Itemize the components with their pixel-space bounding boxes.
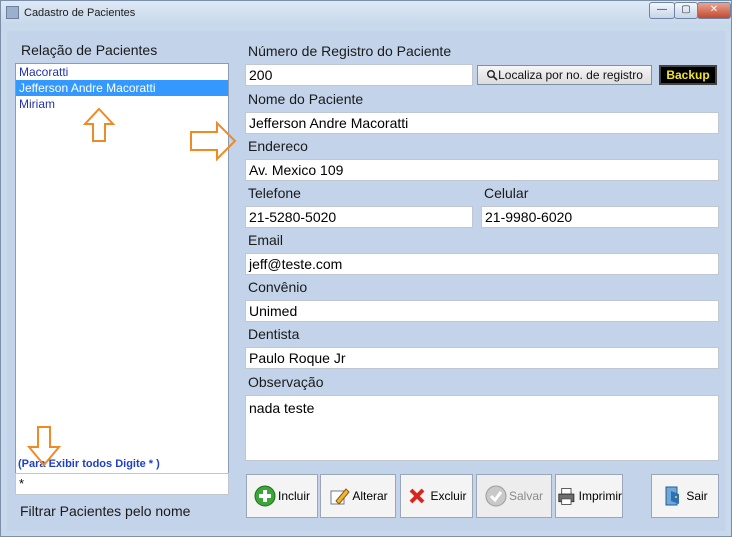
nome-input[interactable]: Jefferson Andre Macoratti [245, 112, 719, 134]
plus-circle-icon [254, 485, 276, 507]
edit-pencil-icon [330, 488, 351, 505]
observacao-label: Observação [248, 374, 324, 390]
list-item-selected[interactable]: Jefferson Andre Macoratti [16, 80, 228, 96]
close-button[interactable]: ✕ [697, 2, 731, 19]
sair-button[interactable]: Sair [651, 474, 719, 518]
salvar-button[interactable]: Salvar [476, 474, 552, 518]
right-arrow-annotation [190, 121, 237, 161]
registro-input[interactable]: 200 [245, 64, 473, 86]
sair-label: Sair [686, 489, 708, 503]
minimize-button[interactable]: — [649, 2, 675, 19]
salvar-label: Salvar [508, 489, 543, 503]
alterar-button[interactable]: Alterar [320, 474, 396, 518]
title-bar[interactable]: Cadastro de Pacientes — ▢ ✕ [1, 1, 731, 25]
observacao-textarea[interactable]: nada teste [245, 395, 719, 461]
telefone-label: Telefone [248, 185, 301, 201]
dentista-input[interactable]: Paulo Roque Jr [245, 347, 719, 369]
incluir-label: Incluir [277, 489, 310, 503]
up-arrow-annotation [83, 107, 115, 142]
app-icon [6, 6, 19, 19]
search-icon [487, 70, 498, 81]
endereco-label: Endereco [248, 138, 308, 154]
email-input[interactable]: jeff@teste.com [245, 253, 719, 275]
excluir-button[interactable]: Excluir [400, 474, 473, 518]
filter-label: Filtrar Pacientes pelo nome [20, 503, 191, 519]
endereco-input[interactable]: Av. Mexico 109 [245, 159, 719, 181]
excluir-label: Excluir [430, 489, 467, 503]
backup-button-label: Backup [666, 68, 710, 82]
maximize-button[interactable]: ▢ [674, 2, 698, 19]
alterar-label: Alterar [352, 489, 388, 503]
exit-door-icon [665, 486, 680, 506]
form-client-area: Relação de Pacientes Macoratti Jefferson… [7, 31, 725, 531]
registro-label: Número de Registro do Paciente [248, 43, 452, 59]
check-icon [485, 485, 507, 507]
main-window: Cadastro de Pacientes — ▢ ✕ Relação de P… [0, 0, 732, 537]
list-item[interactable]: Macoratti [16, 64, 228, 80]
patient-list-label: Relação de Pacientes [21, 42, 158, 58]
email-label: Email [248, 232, 284, 248]
convenio-input[interactable]: Unimed [245, 300, 719, 322]
localiza-button[interactable]: Localiza por no. de registro [477, 65, 652, 85]
celular-input[interactable]: 21-9980-6020 [481, 206, 719, 228]
filter-input[interactable]: * [15, 473, 229, 495]
telefone-input[interactable]: 21-5280-5020 [245, 206, 473, 228]
down-arrow-annotation [27, 426, 61, 467]
printer-icon [558, 488, 575, 505]
dentista-label: Dentista [248, 326, 300, 342]
nome-label: Nome do Paciente [248, 91, 364, 107]
incluir-button[interactable]: Incluir [246, 474, 318, 518]
convenio-label: Convênio [248, 279, 308, 295]
imprimir-button[interactable]: Imprimir [555, 474, 623, 518]
celular-label: Celular [484, 185, 529, 201]
delete-x-icon [410, 488, 425, 504]
backup-button[interactable]: Backup [659, 65, 717, 85]
window-title: Cadastro de Pacientes [24, 7, 136, 19]
imprimir-label: Imprimir [578, 489, 622, 503]
list-item[interactable]: Miriam [16, 96, 228, 112]
localiza-button-label: Localiza por no. de registro [498, 68, 643, 82]
